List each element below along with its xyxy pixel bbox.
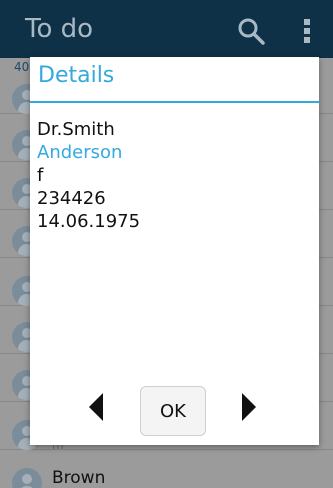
left-triangle-icon bbox=[89, 393, 103, 421]
detail-id: 234426 bbox=[37, 188, 106, 209]
list-item[interactable] bbox=[0, 450, 333, 488]
overflow-menu-icon[interactable] bbox=[303, 18, 311, 44]
next-button[interactable] bbox=[241, 392, 257, 422]
detail-gender: f bbox=[37, 165, 44, 186]
ok-button[interactable]: OK bbox=[140, 386, 206, 436]
avatar-icon bbox=[12, 468, 42, 488]
dialog-title: Details bbox=[38, 63, 115, 88]
search-icon[interactable] bbox=[236, 16, 266, 46]
list-item-name: Brown bbox=[52, 468, 106, 488]
details-dialog: Details Dr.Smith Anderson f 234426 14.06… bbox=[30, 57, 319, 445]
previous-button[interactable] bbox=[88, 392, 104, 422]
detail-name: Dr.Smith bbox=[37, 119, 115, 140]
detail-surname: Anderson bbox=[37, 142, 123, 163]
app-bar: To do bbox=[0, 0, 333, 58]
detail-birthdate: 14.06.1975 bbox=[37, 211, 141, 232]
app-title: To do bbox=[25, 14, 94, 44]
dialog-divider bbox=[30, 101, 319, 103]
right-triangle-icon bbox=[242, 393, 256, 421]
